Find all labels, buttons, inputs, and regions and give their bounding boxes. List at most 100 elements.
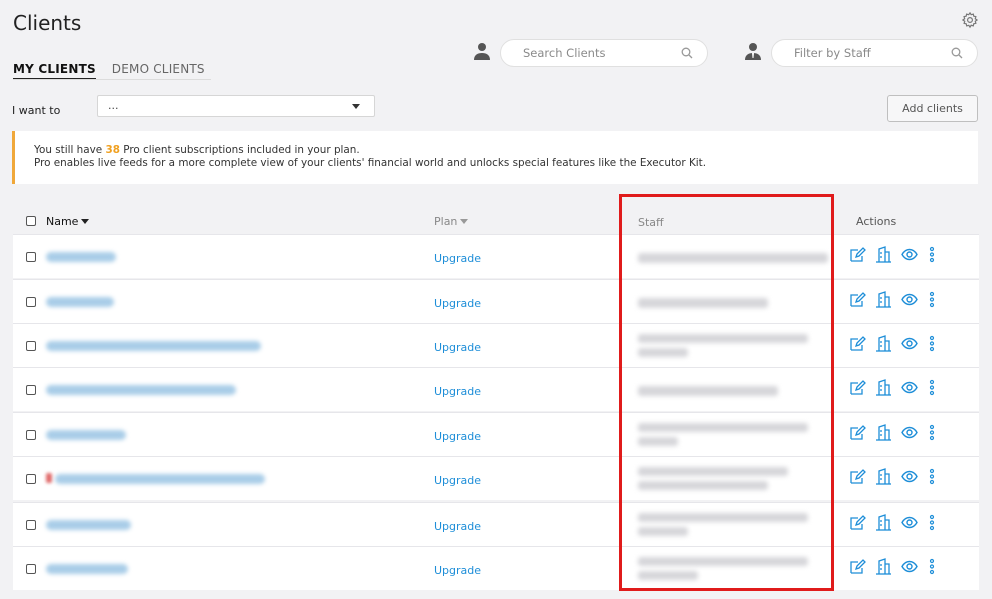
name-header-label: Name [46,215,79,228]
eye-icon[interactable] [901,468,918,485]
eye-icon[interactable] [901,246,918,263]
eye-icon[interactable] [901,291,918,308]
upgrade-link[interactable]: Upgrade [434,474,481,487]
eye-icon[interactable] [901,424,918,441]
notice-line-2: Pro enables live feeds for a more comple… [34,157,707,169]
table-row[interactable]: Upgrade [13,367,979,411]
name-column-header[interactable]: Name [46,215,90,228]
tab-demo-clients[interactable]: DEMO CLIENTS [112,62,205,80]
row-checkbox[interactable] [26,474,36,484]
row-actions [849,379,937,396]
tab-my-clients[interactable]: MY CLIENTS [13,62,96,80]
more-vertical-icon[interactable] [927,424,937,441]
tabs-divider [13,79,211,80]
table-row[interactable]: Upgrade [13,502,979,546]
building-icon[interactable] [875,468,892,485]
edit-icon[interactable] [849,468,866,485]
table-row[interactable]: Upgrade [13,234,979,278]
bulk-action-select[interactable]: ... [97,95,375,117]
more-vertical-icon[interactable] [927,468,937,485]
search-icon[interactable] [951,47,963,59]
edit-icon[interactable] [849,291,866,308]
client-flag [46,473,52,483]
building-icon[interactable] [875,558,892,575]
gear-icon[interactable] [961,11,979,29]
table-row[interactable]: Upgrade [13,546,979,590]
more-vertical-icon[interactable] [927,335,937,352]
eye-icon[interactable] [901,335,918,352]
row-actions [849,468,937,485]
notice-count: 38 [105,144,120,156]
add-clients-button[interactable]: Add clients [887,95,978,122]
staff-names-redacted [638,334,808,343]
client-name-redacted[interactable] [46,564,128,574]
eye-icon[interactable] [901,379,918,396]
more-vertical-icon[interactable] [927,514,937,531]
client-tabs: MY CLIENTS DEMO CLIENTS [13,62,205,80]
sort-down-icon [460,219,469,224]
upgrade-link[interactable]: Upgrade [434,252,481,265]
row-checkbox[interactable] [26,252,36,262]
staff-filter-input[interactable]: Filter by Staff [771,39,978,67]
upgrade-link[interactable]: Upgrade [434,341,481,354]
staff-names-redacted [638,527,688,536]
table-row[interactable]: Upgrade [13,412,979,456]
building-icon[interactable] [875,424,892,441]
client-name-redacted[interactable] [46,252,116,262]
client-name-redacted[interactable] [46,520,131,530]
notice-text: You still have [34,144,106,156]
building-icon[interactable] [875,291,892,308]
table-row[interactable]: Upgrade [13,323,979,367]
edit-icon[interactable] [849,424,866,441]
row-checkbox[interactable] [26,520,36,530]
select-all-checkbox[interactable] [26,216,36,226]
search-icon[interactable] [681,47,693,59]
plan-header-label: Plan [434,215,458,228]
bulk-action-value: ... [108,99,119,112]
building-icon[interactable] [875,379,892,396]
more-vertical-icon[interactable] [927,291,937,308]
more-vertical-icon[interactable] [927,558,937,575]
row-actions [849,558,937,575]
search-input[interactable]: Search Clients [500,39,708,67]
upgrade-link[interactable]: Upgrade [434,385,481,398]
table-row[interactable]: Upgrade [13,456,979,500]
staff-names-redacted [638,253,828,263]
client-name-redacted[interactable] [46,297,114,307]
row-actions [849,246,937,263]
edit-icon[interactable] [849,335,866,352]
more-vertical-icon[interactable] [927,379,937,396]
notice-line-1: You still have 38 Pro client subscriptio… [34,144,978,157]
row-checkbox[interactable] [26,564,36,574]
staff-names-redacted [638,348,688,357]
client-name-redacted[interactable] [46,341,261,351]
search-placeholder: Search Clients [523,46,606,60]
client-name-redacted[interactable] [46,385,236,395]
chevron-down-icon [352,104,360,109]
staff-filter-placeholder: Filter by Staff [794,46,871,60]
upgrade-link[interactable]: Upgrade [434,297,481,310]
upgrade-link[interactable]: Upgrade [434,520,481,533]
row-checkbox[interactable] [26,430,36,440]
eye-icon[interactable] [901,514,918,531]
building-icon[interactable] [875,514,892,531]
upgrade-link[interactable]: Upgrade [434,430,481,443]
edit-icon[interactable] [849,514,866,531]
client-name-redacted[interactable] [46,430,126,440]
edit-icon[interactable] [849,246,866,263]
row-checkbox[interactable] [26,297,36,307]
client-name-redacted[interactable] [55,474,265,484]
staff-names-redacted [638,481,768,490]
table-header: Name Plan Staff Actions [13,204,979,233]
building-icon[interactable] [875,335,892,352]
plan-column-header[interactable]: Plan [434,215,469,228]
row-checkbox[interactable] [26,385,36,395]
edit-icon[interactable] [849,558,866,575]
eye-icon[interactable] [901,558,918,575]
building-icon[interactable] [875,246,892,263]
edit-icon[interactable] [849,379,866,396]
row-checkbox[interactable] [26,341,36,351]
table-row[interactable]: Upgrade [13,279,979,323]
more-vertical-icon[interactable] [927,246,937,263]
upgrade-link[interactable]: Upgrade [434,564,481,577]
